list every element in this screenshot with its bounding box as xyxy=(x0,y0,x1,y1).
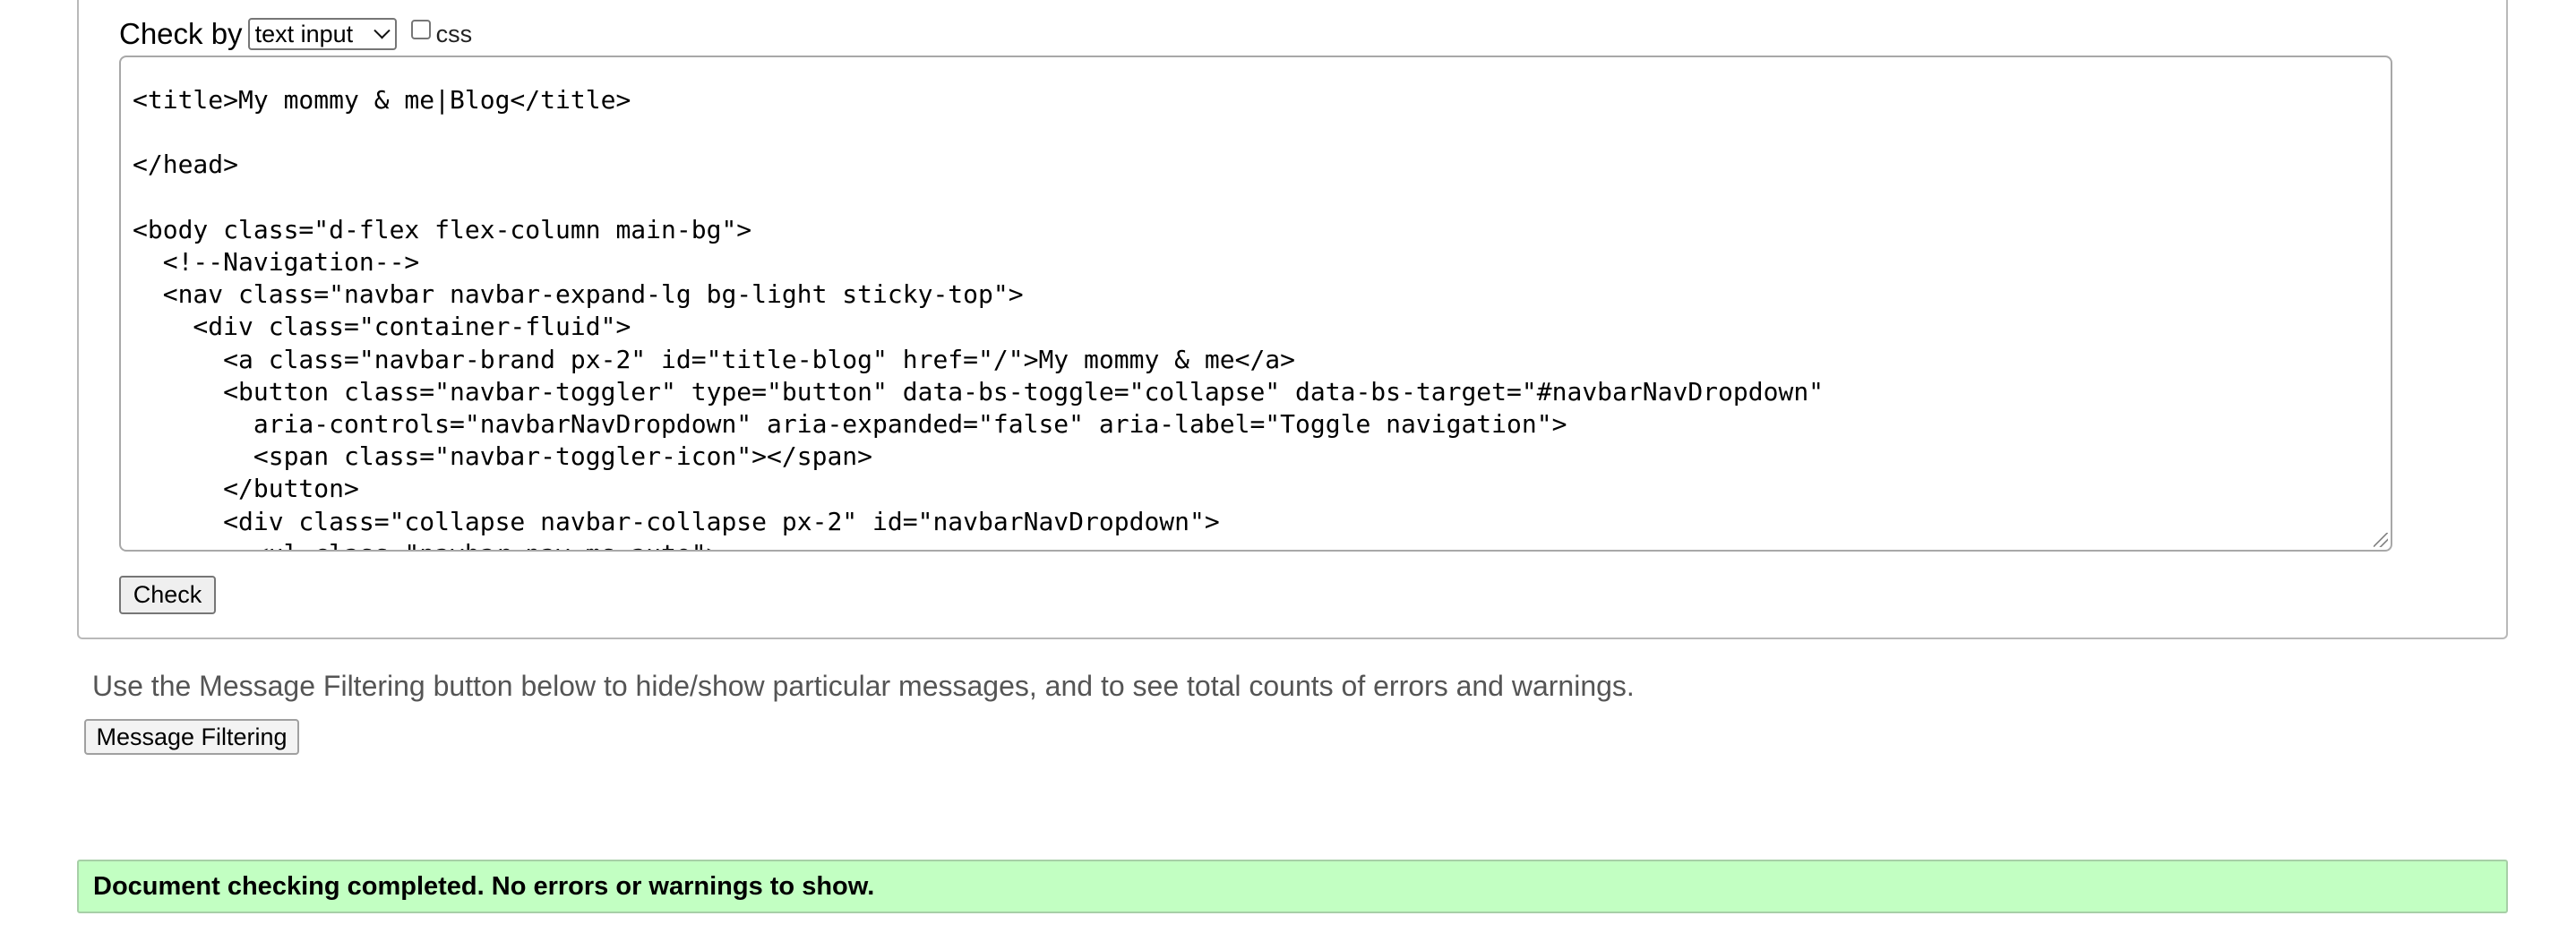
message-filtering-button[interactable]: Message Filtering xyxy=(84,719,299,755)
filtering-hint: Use the Message Filtering button below t… xyxy=(92,670,1635,702)
check-by-row: Check by text input css xyxy=(119,13,472,56)
validator-page: Check by text input css <title>My mommy … xyxy=(0,0,2576,933)
css-checkbox-label[interactable]: css xyxy=(436,21,473,48)
source-textarea[interactable]: <title>My mommy & me|Blog</title> </head… xyxy=(119,56,2392,552)
css-checkbox[interactable] xyxy=(410,20,431,39)
source-text: <title>My mommy & me|Blog</title> </head… xyxy=(133,85,1825,550)
check-by-select[interactable]: text input xyxy=(247,18,397,50)
check-button[interactable]: Check xyxy=(119,576,216,614)
resize-grip-icon[interactable] xyxy=(2374,533,2388,547)
result-success-message: Document checking completed. No errors o… xyxy=(77,860,2508,913)
check-by-label: Check by xyxy=(119,17,243,50)
check-by-select-value: text input xyxy=(254,20,354,47)
chevron-down-icon xyxy=(373,21,391,39)
